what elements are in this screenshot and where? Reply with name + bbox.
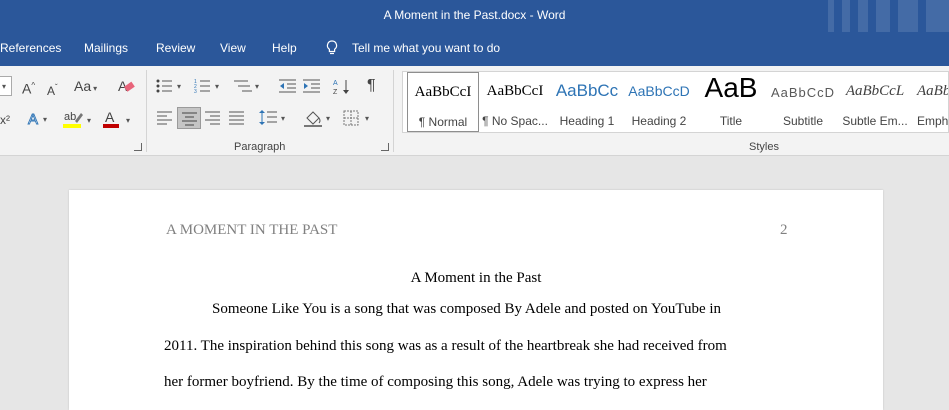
group-separator (393, 70, 394, 152)
style-name: ¶ Normal (418, 115, 468, 129)
paragraph-dialog-launcher[interactable] (381, 143, 389, 151)
align-center-icon (182, 112, 197, 126)
font-dialog-launcher[interactable] (134, 143, 142, 151)
svg-text:▾: ▾ (326, 114, 330, 123)
style-name: Heading 2 (631, 114, 687, 128)
style-sample: AaB (704, 72, 758, 103)
align-left-icon[interactable] (157, 111, 173, 125)
style-subtitle[interactable]: AaBbCcD Subtitle (767, 72, 839, 132)
line-spacing-icon[interactable]: ▾ (259, 109, 289, 127)
font-color-icon[interactable]: A ▾ (102, 109, 136, 129)
body-line[interactable]: Someone Like You is a song that was comp… (212, 301, 721, 318)
style-sample: AaBbCcD (770, 85, 836, 100)
svg-text:A: A (333, 80, 338, 87)
tab-view[interactable]: View (220, 41, 246, 55)
shrink-font-button[interactable]: Aˇ (47, 80, 58, 99)
shrink-font-label: A (47, 84, 56, 98)
styles-gallery: AaBbCcI ¶ Normal AaBbCcI ¶ No Spac... Aa… (402, 71, 949, 133)
body-line[interactable]: 2011. The inspiration behind this song w… (164, 338, 727, 355)
clear-formatting-icon[interactable]: A (118, 78, 136, 94)
numbering-icon[interactable]: 1 2 3 ▾ (194, 78, 224, 94)
style-name: Heading 1 (559, 114, 615, 128)
styles-group-label: Styles (749, 141, 779, 153)
tab-mailings[interactable]: Mailings (84, 41, 128, 55)
svg-text:ab: ab (64, 111, 76, 123)
ribbon-tabs: References Mailings Review View Help Tel… (0, 32, 949, 66)
running-head[interactable]: A MOMENT IN THE PAST (166, 222, 337, 239)
style-no-spacing[interactable]: AaBbCcI ¶ No Spac... (479, 72, 551, 132)
style-name: Subtle Em... (842, 114, 908, 128)
svg-text:▾: ▾ (365, 114, 369, 123)
lightbulb-icon[interactable] (326, 40, 338, 56)
svg-text:▾: ▾ (215, 82, 219, 91)
align-right-icon[interactable] (205, 111, 221, 125)
style-subtle-emphasis[interactable]: AaBbCcL Subtle Em... (839, 72, 911, 132)
window-title: A Moment in the Past.docx - Word (383, 8, 566, 22)
document-area[interactable]: A MOMENT IN THE PAST 2 A Moment in the P… (0, 157, 949, 410)
grow-font-button[interactable]: A^ (22, 78, 35, 97)
align-center-button[interactable] (177, 107, 201, 129)
superscript-button[interactable]: x² (0, 112, 10, 128)
increase-indent-icon[interactable] (303, 78, 321, 94)
svg-text:▾: ▾ (43, 115, 47, 124)
svg-text:A: A (105, 109, 115, 125)
tab-references[interactable]: References (0, 41, 61, 55)
text-effects-icon[interactable]: A ▾ (27, 110, 51, 128)
svg-text:▾: ▾ (87, 116, 91, 125)
decrease-indent-icon[interactable] (279, 78, 297, 94)
style-sample: AaBb (917, 83, 948, 99)
svg-text:▾: ▾ (281, 114, 285, 123)
style-sample: AaBbCc (555, 81, 619, 100)
bullets-icon[interactable]: ▾ (156, 78, 186, 94)
style-sample: AaBbCcI (486, 83, 544, 99)
change-case-button[interactable]: Aa ▾ (74, 78, 97, 97)
body-line[interactable]: her former boyfriend. By the time of com… (164, 374, 707, 391)
style-name: Subtitle (782, 114, 824, 128)
highlight-color-icon[interactable]: ab ▾ (62, 109, 96, 129)
shading-icon[interactable]: ▾ (304, 109, 334, 127)
justify-icon[interactable] (229, 111, 245, 125)
style-name: Emph (917, 114, 948, 128)
style-name: Title (719, 114, 743, 128)
svg-text:3: 3 (194, 89, 197, 94)
style-sample: AaBbCcD (628, 83, 690, 99)
document-title[interactable]: A Moment in the Past (69, 270, 883, 287)
style-title[interactable]: AaB Title (695, 72, 767, 132)
grow-font-label: A (22, 80, 32, 97)
tab-help[interactable]: Help (272, 41, 297, 55)
tell-me-search[interactable]: Tell me what you want to do (352, 41, 500, 55)
tab-review[interactable]: Review (156, 41, 195, 55)
svg-text:▾: ▾ (177, 82, 181, 91)
ribbon: ▾ A^ Aˇ Aa ▾ A x² A ▾ ab ▾ A ▾ ▾ 1 2 3 ▾ … (0, 66, 949, 156)
borders-icon[interactable]: ▾ (343, 109, 373, 127)
style-emphasis[interactable]: AaBb Emph (911, 72, 948, 132)
style-sample: AaBbCcL (845, 83, 905, 99)
paragraph-group-label: Paragraph (234, 141, 286, 153)
style-heading-2[interactable]: AaBbCcD Heading 2 (623, 72, 695, 132)
svg-text:▾: ▾ (255, 82, 259, 91)
change-case-label: Aa (74, 78, 92, 94)
page-number[interactable]: 2 (780, 222, 788, 239)
show-formatting-marks-button[interactable]: ¶ (367, 78, 376, 94)
style-name: ¶ No Spac... (482, 114, 548, 128)
style-heading-1[interactable]: AaBbCc Heading 1 (551, 72, 623, 132)
sort-icon[interactable]: AZ (333, 78, 353, 96)
style-sample: AaBbCcI (414, 84, 472, 100)
multilevel-list-icon[interactable]: ▾ (234, 78, 264, 94)
group-separator (146, 70, 147, 152)
document-page[interactable]: A MOMENT IN THE PAST 2 A Moment in the P… (69, 190, 883, 410)
svg-text:Z: Z (333, 89, 338, 96)
svg-text:▾: ▾ (126, 116, 130, 125)
style-normal[interactable]: AaBbCcI ¶ Normal (407, 72, 479, 132)
svg-text:A: A (28, 111, 38, 128)
title-bar: A Moment in the Past.docx - Word (0, 0, 949, 32)
font-size-dropdown[interactable]: ▾ (0, 76, 12, 96)
